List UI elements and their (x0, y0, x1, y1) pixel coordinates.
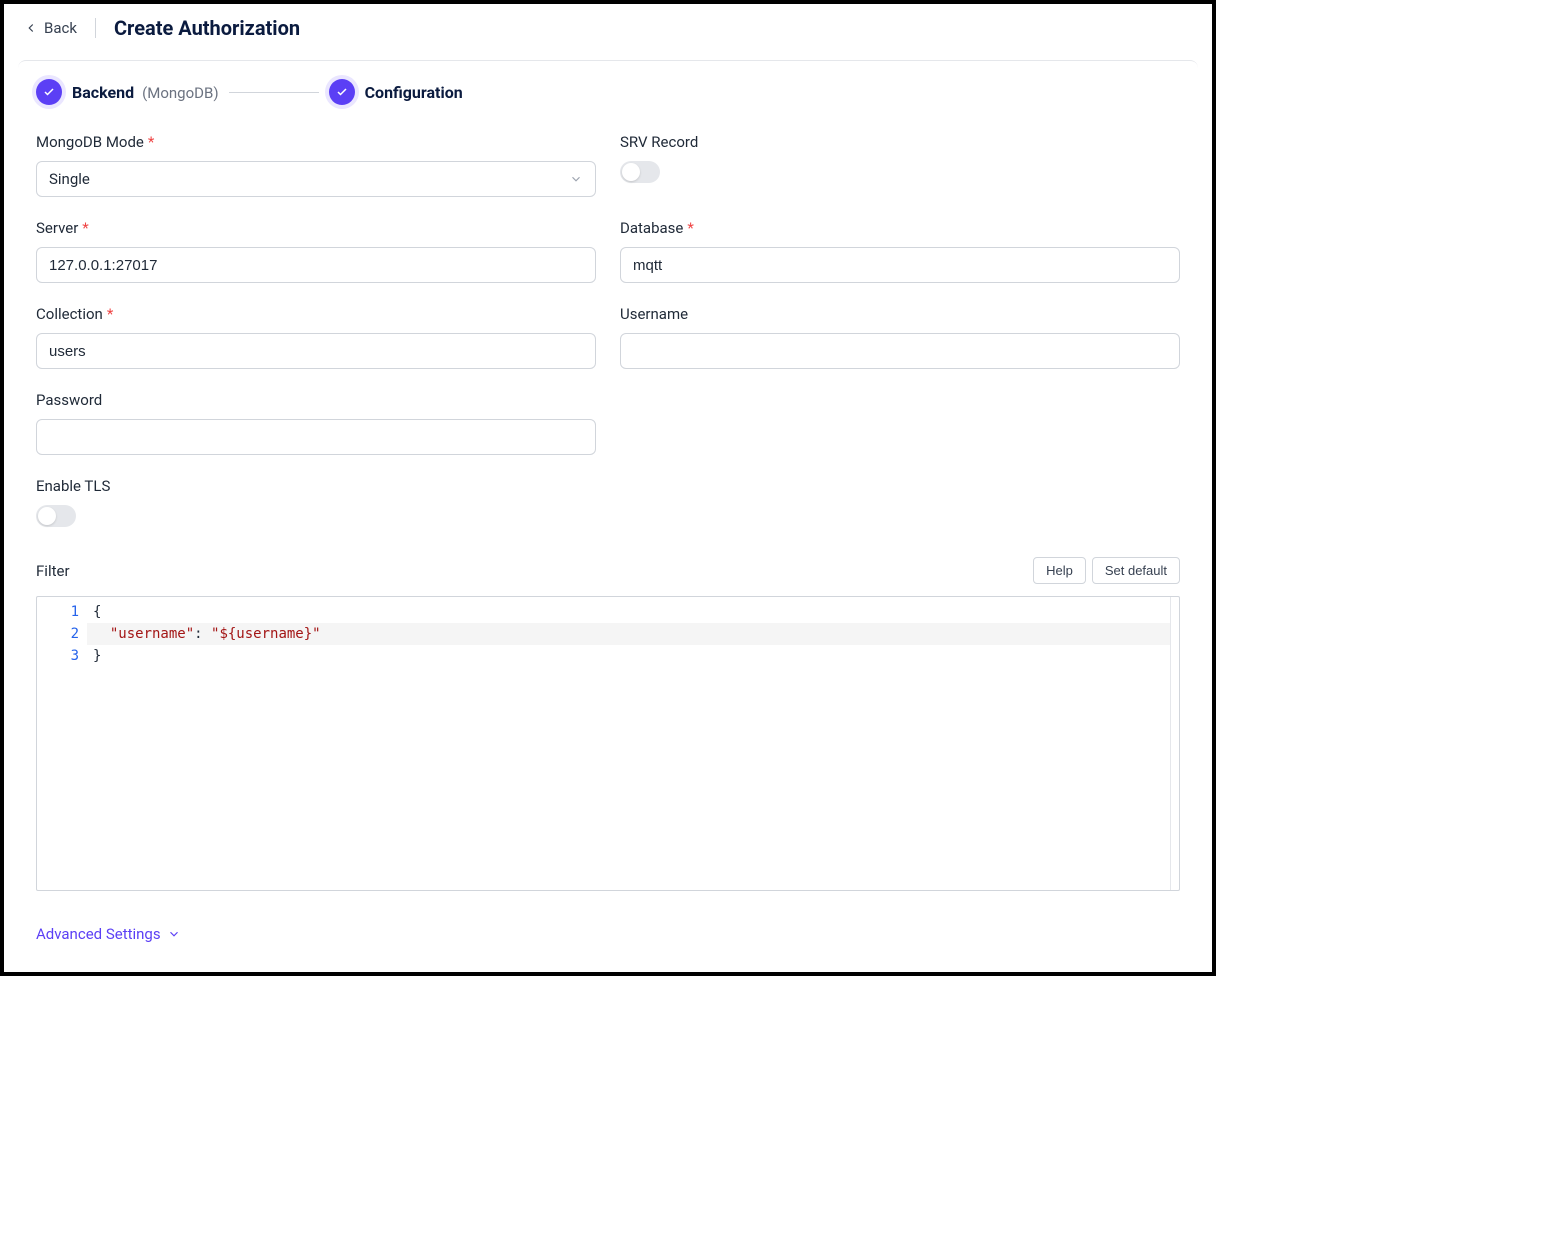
advanced-label: Advanced Settings (36, 925, 161, 943)
line-number: 1 (37, 601, 79, 623)
back-button[interactable]: Back (24, 19, 77, 37)
back-label: Back (44, 19, 77, 37)
field-username: Username (620, 305, 1180, 369)
chevron-left-icon (24, 21, 38, 35)
step-sublabel: (MongoDB) (142, 84, 218, 102)
label-text: Enable TLS (36, 477, 110, 495)
step-label: Backend (72, 83, 134, 102)
required-mark: * (82, 219, 88, 237)
label-text: Collection (36, 305, 103, 323)
field-enable-tls: Enable TLS (36, 477, 596, 527)
help-button[interactable]: Help (1033, 557, 1086, 584)
code-right-margin (1170, 597, 1171, 890)
label-text: Username (620, 305, 688, 323)
filter-header: Filter Help Set default (36, 557, 1180, 584)
code-line: } (93, 645, 1173, 667)
step-connector (229, 92, 319, 93)
select-value: Single (49, 170, 90, 188)
username-input[interactable] (620, 333, 1180, 369)
field-srv-record: SRV Record (620, 133, 1180, 197)
mongo-mode-select[interactable]: Single (36, 161, 596, 197)
server-input[interactable] (36, 247, 596, 283)
line-number: 3 (37, 645, 79, 667)
srv-record-toggle[interactable] (620, 161, 660, 183)
check-icon (43, 86, 55, 98)
collection-input[interactable] (36, 333, 596, 369)
header-divider (95, 18, 96, 38)
password-input[interactable] (36, 419, 596, 455)
label-text: Database (620, 219, 683, 237)
line-number: 2 (37, 623, 79, 645)
step-backend[interactable]: Backend (MongoDB) (36, 79, 219, 105)
field-server: Server * (36, 219, 596, 283)
step-label: Configuration (365, 83, 463, 102)
form-grid: MongoDB Mode * Single SRV Record Server … (36, 133, 1180, 527)
stepper: Backend (MongoDB) Configuration (36, 79, 1180, 105)
step-configuration[interactable]: Configuration (329, 79, 463, 105)
advanced-settings-toggle[interactable]: Advanced Settings (36, 925, 1180, 943)
config-card: Backend (MongoDB) Configuration MongoDB … (18, 60, 1198, 961)
page-header: Back Create Authorization (4, 4, 1212, 52)
chevron-down-icon (569, 172, 583, 186)
field-database: Database * (620, 219, 1180, 283)
label-text: MongoDB Mode (36, 133, 144, 151)
code-line: { (93, 601, 1173, 623)
chevron-down-icon (167, 927, 181, 941)
required-mark: * (148, 133, 154, 151)
filter-label: Filter (36, 562, 70, 580)
code-area[interactable]: { "username": "${username}" } (87, 597, 1179, 890)
filter-code-editor[interactable]: 1 2 3 { "username": "${username}" } (36, 596, 1180, 891)
code-gutter: 1 2 3 (37, 597, 87, 890)
field-collection: Collection * (36, 305, 596, 369)
required-mark: * (687, 219, 693, 237)
field-mongo-mode: MongoDB Mode * Single (36, 133, 596, 197)
step-indicator (36, 79, 62, 105)
code-line: "username": "${username}" (93, 623, 1173, 645)
step-indicator (329, 79, 355, 105)
enable-tls-toggle[interactable] (36, 505, 76, 527)
field-password: Password (36, 391, 596, 455)
check-icon (336, 86, 348, 98)
label-text: Server (36, 219, 78, 237)
page-title: Create Authorization (114, 16, 300, 40)
field-placeholder (620, 391, 1180, 455)
set-default-button[interactable]: Set default (1092, 557, 1180, 584)
required-mark: * (107, 305, 113, 323)
database-input[interactable] (620, 247, 1180, 283)
label-text: SRV Record (620, 133, 698, 151)
label-text: Password (36, 391, 102, 409)
